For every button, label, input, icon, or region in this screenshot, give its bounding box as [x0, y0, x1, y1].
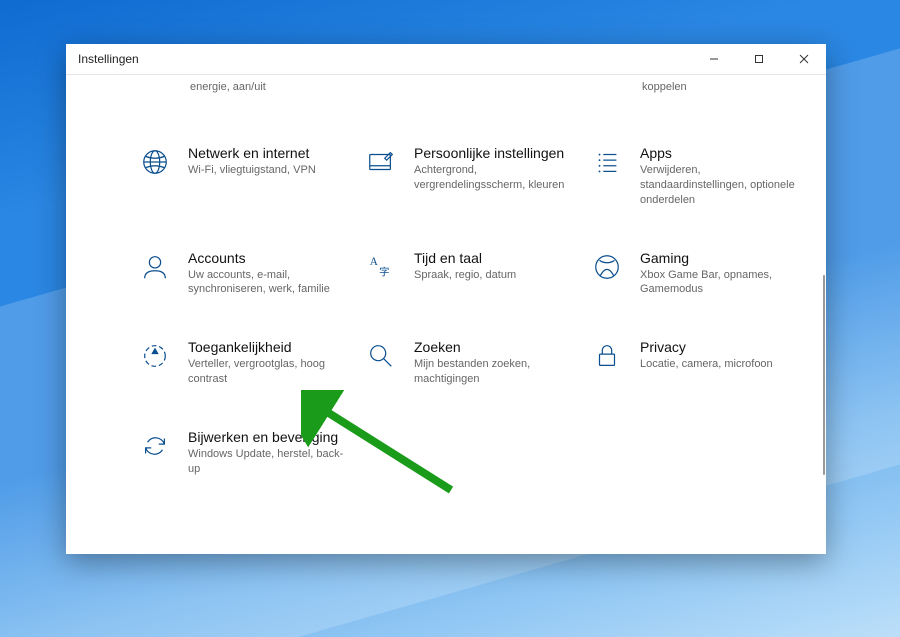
window-controls	[691, 44, 826, 74]
tile-network-sub: Wi-Fi, vliegtuigstand, VPN	[188, 163, 316, 178]
accessibility-icon	[138, 339, 172, 373]
tile-update[interactable]: Bijwerken en beveiliging Windows Update,…	[138, 429, 344, 477]
sync-icon	[138, 429, 172, 463]
tile-search-sub: Mijn bestanden zoeken, machtigingen	[414, 357, 570, 387]
lock-icon	[590, 339, 624, 373]
scrollbar-thumb[interactable]	[823, 275, 825, 475]
tile-privacy-sub: Locatie, camera, microfoon	[640, 357, 773, 372]
tile-time-language[interactable]: A字 Tijd en taal Spraak, regio, datum	[364, 250, 570, 298]
tile-personalization-title: Persoonlijke instellingen	[414, 145, 570, 161]
partial-devices-sub: koppelen	[590, 81, 796, 93]
settings-body: energie, aan/uit koppelen Netwerk en int…	[66, 75, 826, 554]
tile-time-sub: Spraak, regio, datum	[414, 268, 516, 283]
tile-network[interactable]: Netwerk en internet Wi-Fi, vliegtuigstan…	[138, 145, 344, 208]
tile-gaming[interactable]: Gaming Xbox Game Bar, opnames, Gamemodus	[590, 250, 796, 298]
tile-search[interactable]: Zoeken Mijn bestanden zoeken, machtiging…	[364, 339, 570, 387]
tile-accessibility[interactable]: Toegankelijkheid Verteller, vergrootglas…	[138, 339, 344, 387]
xbox-icon	[590, 250, 624, 284]
close-button[interactable]	[781, 44, 826, 74]
tile-gaming-sub: Xbox Game Bar, opnames, Gamemodus	[640, 268, 796, 298]
search-icon	[364, 339, 398, 373]
desktop-background: Instellingen energie, aan/uit koppelen	[0, 0, 900, 637]
tile-apps-sub: Verwijderen, standaardinstellingen, opti…	[640, 163, 796, 208]
tile-update-sub: Windows Update, herstel, back-up	[188, 447, 344, 477]
tile-apps-title: Apps	[640, 145, 796, 161]
settings-window: Instellingen energie, aan/uit koppelen	[66, 44, 826, 554]
tile-apps[interactable]: Apps Verwijderen, standaardinstellingen,…	[590, 145, 796, 208]
partial-system-sub: energie, aan/uit	[138, 81, 344, 93]
tile-network-title: Netwerk en internet	[188, 145, 316, 161]
person-icon	[138, 250, 172, 284]
tile-privacy-title: Privacy	[640, 339, 773, 355]
window-titlebar: Instellingen	[66, 44, 826, 75]
tile-personalization-sub: Achtergrond, vergrendelingsscherm, kleur…	[414, 163, 570, 193]
tile-gaming-title: Gaming	[640, 250, 796, 266]
svg-text:字: 字	[379, 265, 389, 278]
tile-personalization[interactable]: Persoonlijke instellingen Achtergrond, v…	[364, 145, 570, 208]
tile-accounts-title: Accounts	[188, 250, 344, 266]
partial-empty	[364, 81, 570, 93]
scrollbar[interactable]	[823, 105, 825, 524]
tile-accessibility-title: Toegankelijkheid	[188, 339, 344, 355]
tile-accounts-sub: Uw accounts, e-mail, synchroniseren, wer…	[188, 268, 344, 298]
tile-search-title: Zoeken	[414, 339, 570, 355]
tile-accessibility-sub: Verteller, vergrootglas, hoog contrast	[188, 357, 344, 387]
maximize-button[interactable]	[736, 44, 781, 74]
minimize-button[interactable]	[691, 44, 736, 74]
time-language-icon: A字	[364, 250, 398, 284]
tile-accounts[interactable]: Accounts Uw accounts, e-mail, synchronis…	[138, 250, 344, 298]
svg-text:A: A	[370, 256, 379, 268]
settings-grid: Netwerk en internet Wi-Fi, vliegtuigstan…	[138, 145, 796, 477]
apps-list-icon	[590, 145, 624, 179]
tile-update-title: Bijwerken en beveiliging	[188, 429, 344, 445]
tile-time-title: Tijd en taal	[414, 250, 516, 266]
window-title: Instellingen	[66, 52, 139, 66]
tile-privacy[interactable]: Privacy Locatie, camera, microfoon	[590, 339, 796, 387]
personalization-icon	[364, 145, 398, 179]
globe-icon	[138, 145, 172, 179]
partial-row: energie, aan/uit koppelen	[138, 81, 796, 93]
